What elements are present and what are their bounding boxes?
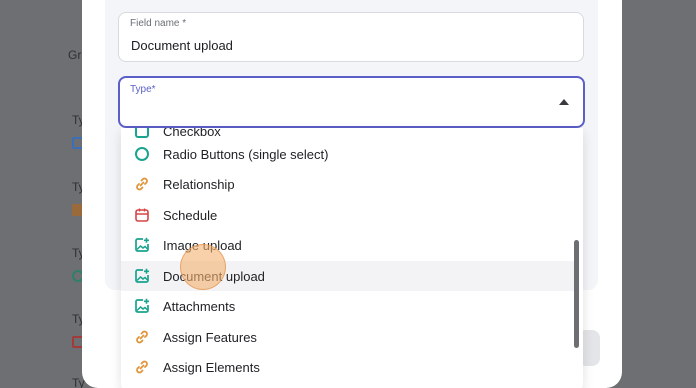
option-relationship[interactable]: Relationship bbox=[121, 169, 577, 199]
field-name-label: Field name * bbox=[130, 18, 187, 29]
option-assign-elements[interactable]: Assign Elements bbox=[121, 352, 577, 382]
link-icon bbox=[134, 359, 150, 375]
radio-circle-icon bbox=[134, 146, 150, 162]
option-label: Radio Buttons (single select) bbox=[163, 147, 329, 162]
option-assign-features[interactable]: Assign Features bbox=[121, 322, 577, 352]
dropdown-scrollbar[interactable] bbox=[574, 240, 579, 348]
click-indicator bbox=[180, 244, 226, 290]
option-label: Checkbox bbox=[163, 128, 221, 139]
field-name-input[interactable]: Field name * Document upload bbox=[118, 12, 584, 62]
option-schedule[interactable]: Schedule bbox=[121, 200, 577, 230]
type-select[interactable]: Type* bbox=[118, 76, 585, 128]
option-label: Schedule bbox=[163, 208, 218, 223]
link-icon bbox=[134, 176, 150, 192]
option-label: Relationship bbox=[163, 177, 235, 192]
option-label: Assign Elements bbox=[163, 360, 260, 375]
image-plus-icon bbox=[134, 237, 150, 253]
option-label: Assign Features bbox=[163, 330, 257, 345]
option-attachments[interactable]: Attachments bbox=[121, 291, 577, 321]
option-radio-buttons[interactable]: Radio Buttons (single select) bbox=[121, 139, 577, 169]
image-plus-icon bbox=[134, 268, 150, 284]
image-plus-icon bbox=[134, 298, 150, 314]
field-name-value[interactable]: Document upload bbox=[131, 38, 233, 53]
caret-up-icon[interactable] bbox=[559, 99, 569, 105]
option-label: Attachments bbox=[163, 299, 236, 314]
link-icon bbox=[134, 329, 150, 345]
calendar-icon bbox=[134, 207, 150, 223]
checkbox-icon bbox=[134, 128, 150, 139]
background-heading-fragment: Gr bbox=[68, 48, 82, 62]
type-label: Type* bbox=[130, 84, 156, 95]
